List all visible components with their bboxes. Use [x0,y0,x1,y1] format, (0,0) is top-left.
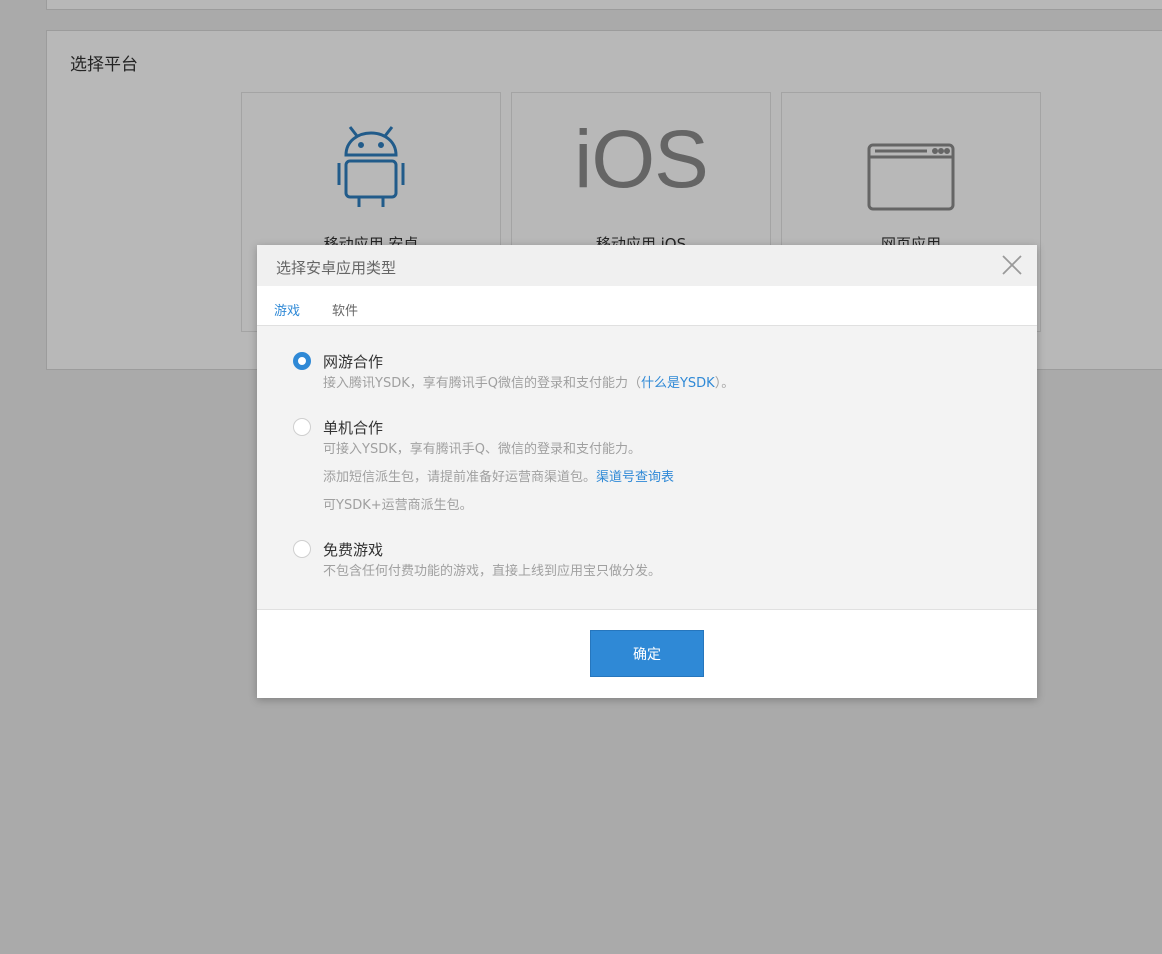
options-list: 网游合作 接入腾讯YSDK，享有腾讯手Q微信的登录和支付能力（什么是YSDK）。… [257,326,1037,610]
modal-title: 选择安卓应用类型 [276,259,397,277]
app-type-modal: 选择安卓应用类型 游戏 软件 网游合作 接入腾讯YSDK，享有腾讯手Q微信的登录… [257,245,1037,698]
option-title: 网游合作 [323,353,384,371]
channel-lookup-link[interactable]: 渠道号查询表 [596,470,674,485]
tab-software[interactable]: 软件 [332,300,358,327]
modal-footer: 确定 [257,610,1037,697]
option-title: 免费游戏 [323,541,384,559]
close-button[interactable] [1001,254,1023,276]
radio-standalone-game[interactable] [293,418,311,436]
option-desc-line2: 添加短信派生包，请提前准备好运营商渠道包。渠道号查询表 [323,470,675,485]
radio-free-game[interactable] [293,540,311,558]
tab-bar: 游戏 软件 [257,286,1037,329]
close-icon [1002,255,1022,275]
option-desc: 接入腾讯YSDK，享有腾讯手Q微信的登录和支付能力（什么是YSDK）。 [323,376,735,391]
page: 选择平台 移动应用 安卓 iOS 移动应用 iOS 网页应用 选择安卓应用类型 … [0,0,1162,954]
modal-header: 选择安卓应用类型 [257,245,1037,286]
option-desc-line3: 可YSDK+运营商派生包。 [323,498,473,513]
confirm-button[interactable]: 确定 [590,630,704,677]
option-title: 单机合作 [323,419,384,437]
option-desc: 不包含任何付费功能的游戏，直接上线到应用宝只做分发。 [323,564,662,579]
what-is-ysdk-link[interactable]: 什么是YSDK [641,376,715,391]
radio-online-game[interactable] [293,352,311,370]
option-desc-line1: 可接入YSDK，享有腾讯手Q、微信的登录和支付能力。 [323,442,641,457]
tab-game[interactable]: 游戏 [274,300,301,329]
